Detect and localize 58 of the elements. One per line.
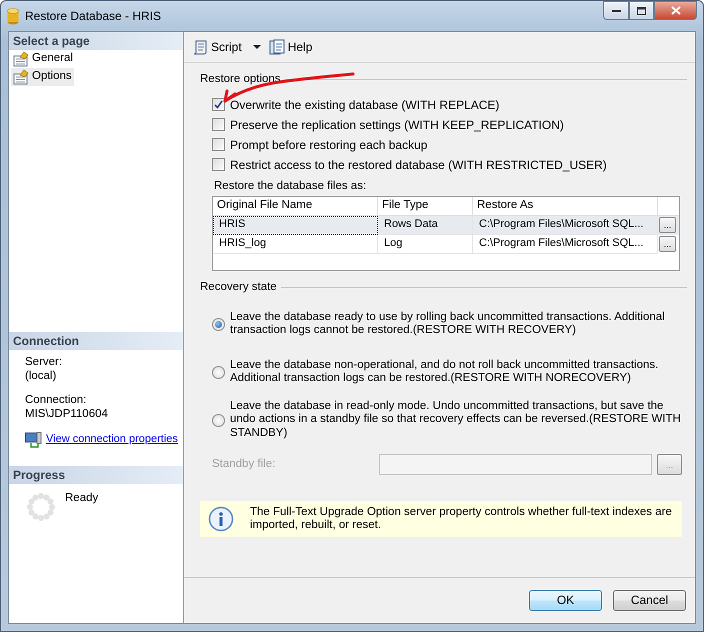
page-icon: [13, 69, 29, 86]
pane-header: Select a page: [9, 32, 183, 50]
cancel-button[interactable]: Cancel: [613, 590, 686, 611]
option-label: Leave the database non-operational, and do not roll back uncommitted transactions. Additional transaction logs can be restored.(RESTORE WITH NORECOVERY): [230, 358, 660, 386]
help-icon: [268, 39, 285, 55]
radio-button[interactable]: [212, 414, 225, 427]
connection-icon: [25, 432, 42, 448]
checkbox[interactable]: [212, 98, 225, 112]
info-message: The Full-Text Upgrade Option server property controls whether full-text indexes are imported, rebuilt, or reset.: [250, 506, 673, 534]
table-caption: Restore the database files as:: [213, 180, 368, 194]
page-item[interactable]: Options: [11, 68, 74, 86]
table-cell: C:\Program Files\Microsoft SQL...: [473, 234, 658, 254]
radio-button[interactable]: [212, 318, 225, 331]
table-cell: Log: [378, 234, 473, 254]
table-cell: C:\Program Files\Microsoft SQL...: [473, 216, 658, 235]
progress-spinner: [26, 492, 56, 522]
option-label: Leave the database ready to use by rolling back uncommitted transactions. Additional transaction logs cannot be restored.(RESTORE WITH RECOVERY): [230, 310, 666, 338]
browse-button[interactable]: ...: [659, 217, 676, 234]
info-icon: [208, 506, 234, 532]
group-title: Restore options: [200, 73, 281, 87]
radio-button[interactable]: [212, 366, 225, 379]
page-icon: [13, 51, 29, 68]
field-value: (local): [25, 370, 58, 384]
field-label: Standby file:: [212, 458, 276, 472]
option-label: Prompt before restoring each backup: [230, 138, 428, 152]
checkbox[interactable]: [212, 138, 225, 152]
browse-button[interactable]: ...: [659, 236, 676, 252]
database-icon: [7, 8, 19, 24]
ok-button[interactable]: OK: [529, 590, 602, 611]
script-icon: [192, 39, 208, 55]
pane-header: Connection: [9, 332, 183, 350]
checkbox[interactable]: [212, 118, 225, 132]
connection-link[interactable]: View connection properties: [46, 432, 178, 446]
option-label: Preserve the replication settings (WITH KEEP_REPLICATION): [230, 118, 564, 132]
close-button[interactable]: [654, 1, 697, 20]
table-cell: HRIS_log: [213, 234, 378, 254]
script-button[interactable]: Script: [192, 39, 261, 55]
option-label: Leave the database in read-only mode. Undo uncommitted transactions, but save the undo actions in a standby file so that recovery effects can be reversed.(RESTORE WITH STANDBY): [230, 400, 682, 442]
field-label: Connection:: [25, 394, 88, 408]
checkbox[interactable]: [212, 158, 225, 172]
group-title: Recovery state: [200, 280, 277, 294]
pane-header: Progress: [9, 466, 183, 484]
field-value: MIS\JDP110604: [25, 408, 109, 422]
help-button[interactable]: Help: [268, 39, 312, 55]
maximize-icon: [637, 6, 646, 14]
minimize-icon: [612, 8, 620, 12]
caret-icon: [252, 45, 261, 49]
page-item[interactable]: General: [11, 50, 75, 68]
window-title: Restore Database - HRIS: [25, 8, 162, 24]
field-label: Server:: [25, 356, 64, 370]
minimize-button[interactable]: [603, 1, 629, 20]
progress-status: Ready: [65, 492, 98, 506]
close-icon: [670, 6, 680, 15]
option-label: Restrict access to the restored database (WITH RESTRICTED_USER): [230, 158, 607, 172]
option-label: Overwrite the existing database (WITH REPLACE): [230, 98, 500, 112]
maximize-button[interactable]: [629, 1, 654, 20]
table-cell: Rows Data: [378, 216, 473, 235]
table-cell: HRIS: [213, 216, 378, 235]
